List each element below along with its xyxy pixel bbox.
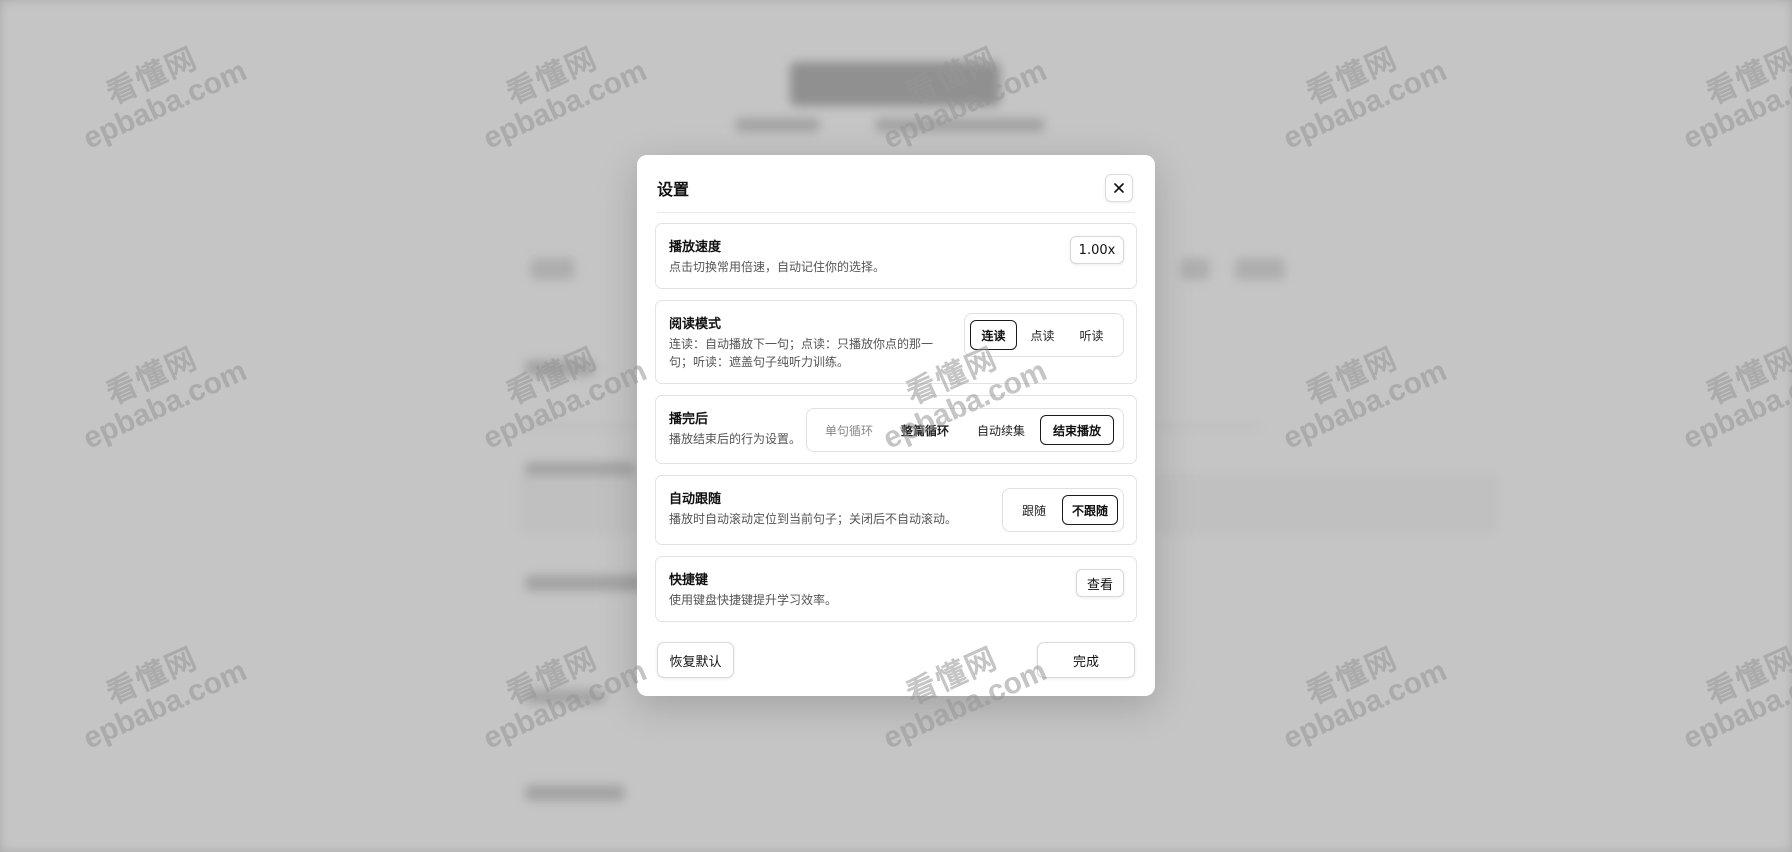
speed-button[interactable]: 1.00x [1070, 236, 1124, 264]
settings-dialog: 设置 播放速度 点击切换常用倍速，自动记住你的选择。 1.00x 阅读模式 连读… [637, 155, 1155, 696]
shortcuts-section: 快捷键 使用键盘快捷键提升学习效率。 查看 [655, 556, 1137, 622]
view-shortcuts-button[interactable]: 查看 [1076, 569, 1124, 597]
after-option-loop-article[interactable]: 整篇循环 [888, 415, 962, 445]
dialog-title: 设置 [657, 180, 690, 199]
after-option-loop-sentence[interactable]: 单句循环 [812, 415, 886, 445]
reset-defaults-button[interactable]: 恢复默认 [657, 642, 734, 678]
after-option-auto-next[interactable]: 自动续集 [964, 415, 1038, 445]
close-button[interactable] [1105, 174, 1133, 202]
reading-mode-segmented: 连读 点读 听读 [964, 313, 1124, 357]
after-playback-title: 播完后 [669, 412, 709, 427]
auto-follow-title: 自动跟随 [669, 492, 722, 507]
mode-option-listen[interactable]: 听读 [1068, 320, 1115, 350]
mode-option-continuous[interactable]: 连读 [970, 320, 1017, 350]
speed-title: 播放速度 [669, 240, 722, 255]
done-button[interactable]: 完成 [1037, 642, 1135, 678]
follow-option-on[interactable]: 跟随 [1008, 495, 1060, 525]
shortcuts-title: 快捷键 [669, 573, 709, 588]
speed-section: 播放速度 点击切换常用倍速，自动记住你的选择。 1.00x [655, 223, 1137, 289]
speed-desc: 点击切换常用倍速，自动记住你的选择。 [669, 260, 886, 274]
auto-follow-segmented: 跟随 不跟随 [1002, 488, 1124, 532]
dialog-header: 设置 [657, 174, 1135, 213]
auto-follow-desc: 播放时自动滚动定位到当前句子；关闭后不自动滚动。 [669, 512, 958, 526]
reading-mode-title: 阅读模式 [669, 317, 722, 332]
close-icon [1114, 183, 1124, 193]
after-playback-section: 播完后 播放结束后的行为设置。 单句循环 整篇循环 自动续集 结束播放 [655, 395, 1137, 464]
after-playback-segmented: 单句循环 整篇循环 自动续集 结束播放 [806, 408, 1124, 452]
reading-mode-section: 阅读模式 连读：自动播放下一句；点读：只播放你点的那一句；听读：遮盖句子纯听力训… [655, 300, 1137, 384]
after-option-stop[interactable]: 结束播放 [1040, 415, 1114, 445]
shortcuts-desc: 使用键盘快捷键提升学习效率。 [669, 593, 838, 607]
after-playback-desc: 播放结束后的行为设置。 [669, 432, 802, 446]
auto-follow-section: 自动跟随 播放时自动滚动定位到当前句子；关闭后不自动滚动。 跟随 不跟随 [655, 475, 1137, 545]
mode-option-tap[interactable]: 点读 [1019, 320, 1066, 350]
reading-mode-desc: 连读：自动播放下一句；点读：只播放你点的那一句；听读：遮盖句子纯听力训练。 [669, 337, 934, 369]
follow-option-off[interactable]: 不跟随 [1062, 495, 1118, 525]
